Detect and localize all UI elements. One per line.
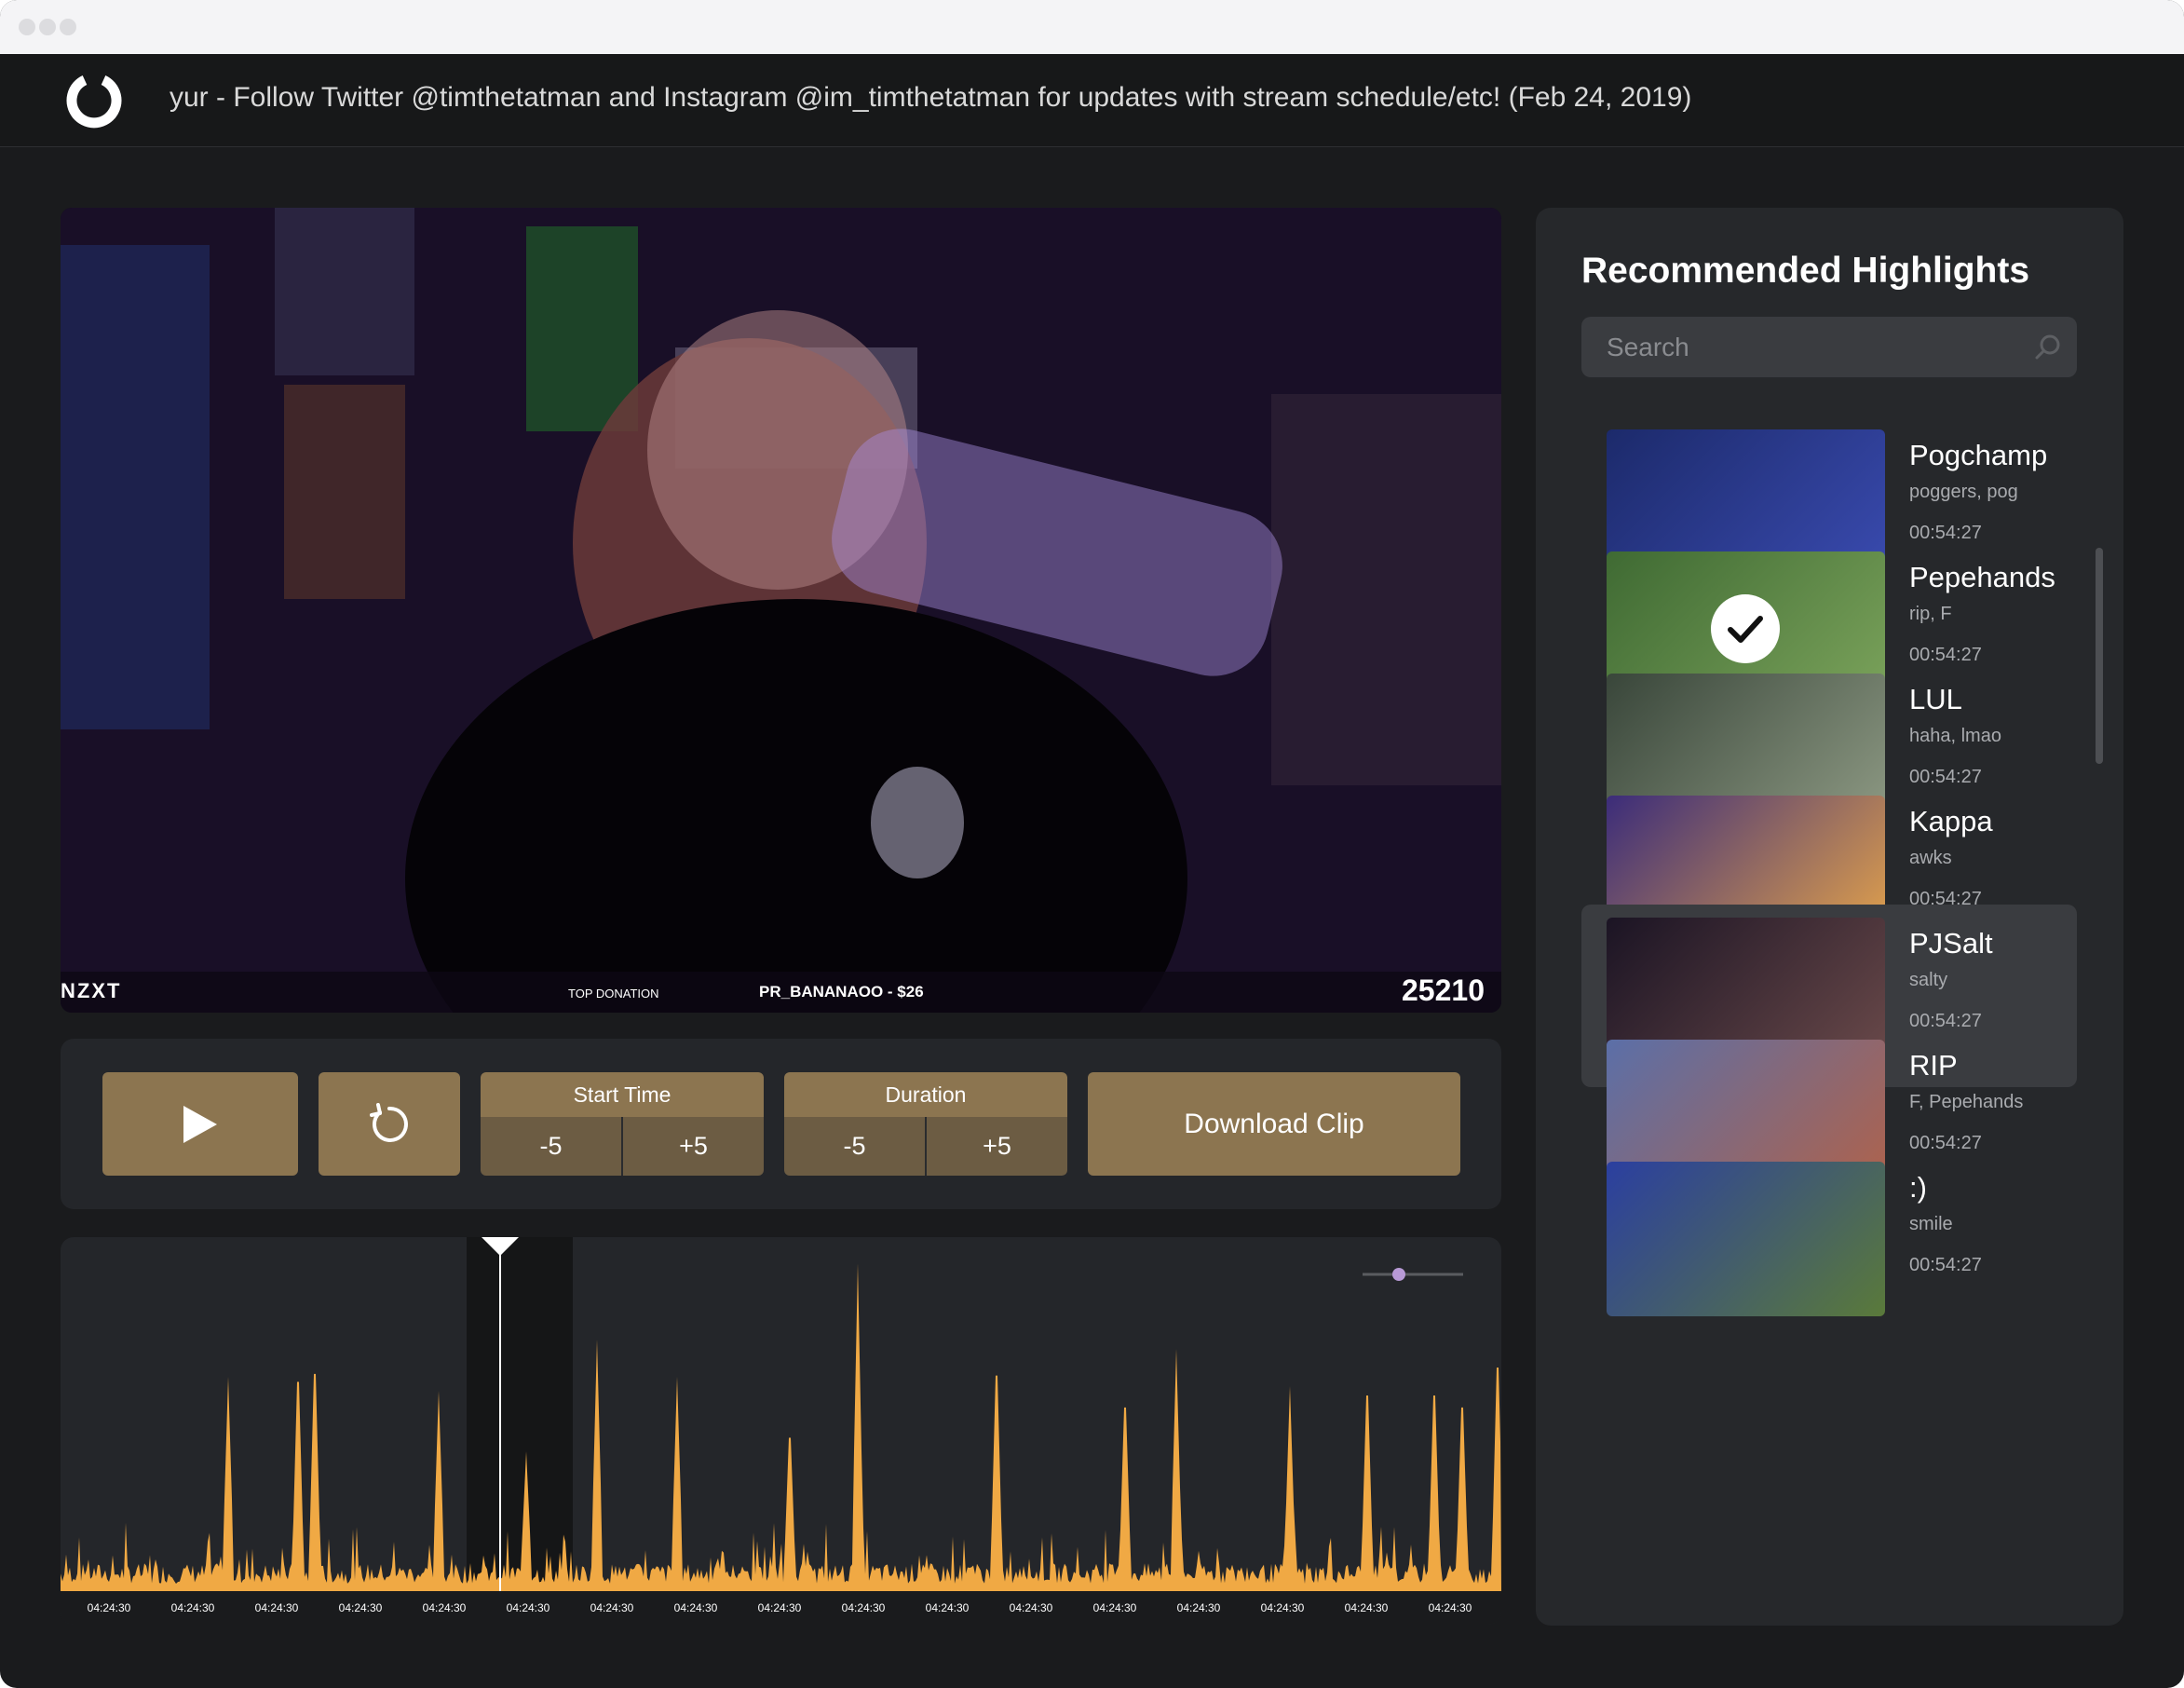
waveform-graph: 04:24:30 04:24:30 04:24:30 04:24:30 04:24:30… (61, 1237, 1501, 1625)
highlight-tags: awks (1909, 848, 1952, 868)
timeline-tick-label: 04:24:30 (674, 1601, 718, 1614)
replay-icon (370, 1102, 408, 1142)
app-window: yur - Follow Twitter @timthetatman and I… (0, 0, 2184, 1688)
highlight-name: Pepehands (1909, 561, 2055, 593)
highlights-scrollbar[interactable] (2096, 548, 2103, 764)
search-box (1581, 317, 2077, 377)
timeline-tick-label: 04:24:30 (339, 1601, 383, 1614)
start-time-plus-button[interactable]: +5 (623, 1117, 764, 1176)
start-time-minus-button[interactable]: -5 (481, 1117, 621, 1176)
timeline-tick-label: 04:24:30 (1429, 1601, 1472, 1614)
timeline-tick-label: 04:24:30 (1093, 1601, 1137, 1614)
search-icon[interactable] (2033, 333, 2063, 362)
window-minimize-dot[interactable] (39, 19, 56, 35)
highlight-name: RIP (1909, 1049, 1958, 1082)
timeline-tick-label: 04:24:30 (842, 1601, 886, 1614)
timeline-tick-label: 04:24:30 (926, 1601, 970, 1614)
download-clip-button[interactable]: Download Clip (1088, 1072, 1460, 1176)
highlight-name: Pogchamp (1909, 439, 2048, 471)
timeline-tick-label: 04:24:30 (88, 1601, 131, 1614)
highlight-tags: haha, lmao (1909, 726, 2001, 746)
play-icon (183, 1105, 217, 1143)
start-time-control: Start Time -5 +5 (481, 1072, 764, 1176)
start-time-label: Start Time (481, 1072, 764, 1117)
highlight-tags: F, Pepehands (1909, 1092, 2024, 1112)
play-button[interactable] (102, 1072, 298, 1176)
timeline-tick-label: 04:24:30 (1177, 1601, 1221, 1614)
timeline-tick-label: 04:24:30 (255, 1601, 299, 1614)
timeline-tick-label: 04:24:30 (1261, 1601, 1305, 1614)
highlight-tags: salty (1909, 970, 1948, 990)
highlights-title: Recommended Highlights (1581, 251, 2030, 291)
search-input[interactable] (1581, 317, 2010, 377)
video-frame (61, 208, 1501, 1013)
app-header: yur - Follow Twitter @timthetatman and I… (0, 54, 2184, 147)
highlight-tags: poggers, pog (1909, 482, 2018, 502)
timeline-tick-label: 04:24:30 (507, 1601, 550, 1614)
stream-title: yur - Follow Twitter @timthetatman and I… (170, 82, 1692, 113)
highlight-item[interactable]: :) smile 00:54:27 (1581, 1149, 2077, 1331)
video-overlay-donor: PR_BANANAOO - $26 (759, 983, 924, 1001)
duration-minus-button[interactable]: -5 (784, 1117, 925, 1176)
highlight-name: Kappa (1909, 805, 1993, 837)
video-overlay-sponsor: NZXT (61, 979, 122, 1002)
window-titlebar (0, 0, 2184, 54)
highlight-name: :) (1909, 1171, 1927, 1204)
window-close-dot[interactable] (19, 19, 35, 35)
waveform-path (61, 1263, 1501, 1591)
video-player[interactable]: NZXT TOP DONATION PR_BANANAOO - $26 2521… (61, 208, 1501, 1013)
selection-region[interactable] (467, 1237, 573, 1591)
video-overlay-top-donation: TOP DONATION (568, 987, 659, 1001)
video-overlay-count: 25210 (1402, 973, 1485, 1007)
highlight-tags: rip, F (1909, 604, 1952, 624)
timeline-tick-label: 04:24:30 (1345, 1601, 1389, 1614)
window-zoom-dot[interactable] (60, 19, 76, 35)
duration-plus-button[interactable]: +5 (927, 1117, 1067, 1176)
clip-controls: Start Time -5 +5 Duration -5 +5 Download… (61, 1039, 1501, 1209)
zoom-slider-knob[interactable] (1392, 1268, 1405, 1281)
highlight-thumbnail (1607, 1162, 1885, 1316)
audio-timeline[interactable]: 04:24:30 04:24:30 04:24:30 04:24:30 04:24:30… (61, 1237, 1501, 1625)
timeline-tick-label: 04:24:30 (423, 1601, 467, 1614)
highlight-time: 00:54:27 (1909, 1255, 1982, 1275)
checkmark-icon (1711, 594, 1780, 663)
timeline-tick-label: 04:24:30 (171, 1601, 215, 1614)
highlight-tags: smile (1909, 1214, 1953, 1234)
replay-button[interactable] (319, 1072, 460, 1176)
timeline-tick-label: 04:24:30 (1010, 1601, 1053, 1614)
highlight-name: PJSalt (1909, 927, 1993, 960)
duration-control: Duration -5 +5 (784, 1072, 1067, 1176)
timeline-tick-label: 04:24:30 (590, 1601, 634, 1614)
timeline-tick-label: 04:24:30 (758, 1601, 802, 1614)
duration-label: Duration (784, 1072, 1067, 1117)
highlight-name: LUL (1909, 683, 1962, 715)
power-ring-logo-icon[interactable] (63, 69, 125, 130)
highlights-panel: Recommended Highlights Pogchamp poggers, … (1536, 208, 2123, 1626)
